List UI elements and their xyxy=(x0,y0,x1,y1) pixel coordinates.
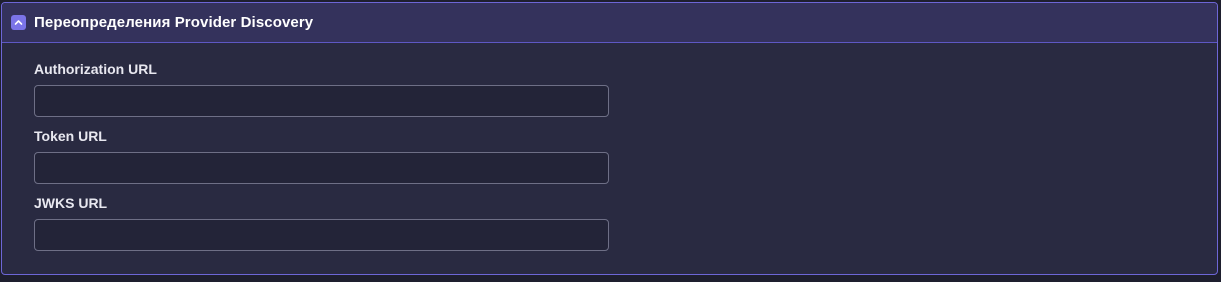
authorization-url-input[interactable] xyxy=(34,85,609,117)
panel-header[interactable]: Переопределения Provider Discovery xyxy=(2,3,1217,43)
token-url-label: Token URL xyxy=(34,128,107,144)
authorization-url-label: Authorization URL xyxy=(34,61,157,77)
panel-title: Переопределения Provider Discovery xyxy=(34,14,314,31)
token-url-input[interactable] xyxy=(34,152,609,184)
chevron-up-icon[interactable] xyxy=(11,15,26,30)
jwks-url-label: JWKS URL xyxy=(34,195,108,211)
token-url-field: Token URL xyxy=(34,128,1217,184)
panel-body: Authorization URL Token URL JWKS URL xyxy=(2,43,1217,251)
authorization-url-field: Authorization URL xyxy=(34,61,1217,117)
jwks-url-input[interactable] xyxy=(34,219,609,251)
provider-discovery-overrides-panel: Переопределения Provider Discovery Autho… xyxy=(1,2,1218,275)
jwks-url-field: JWKS URL xyxy=(34,195,1217,251)
